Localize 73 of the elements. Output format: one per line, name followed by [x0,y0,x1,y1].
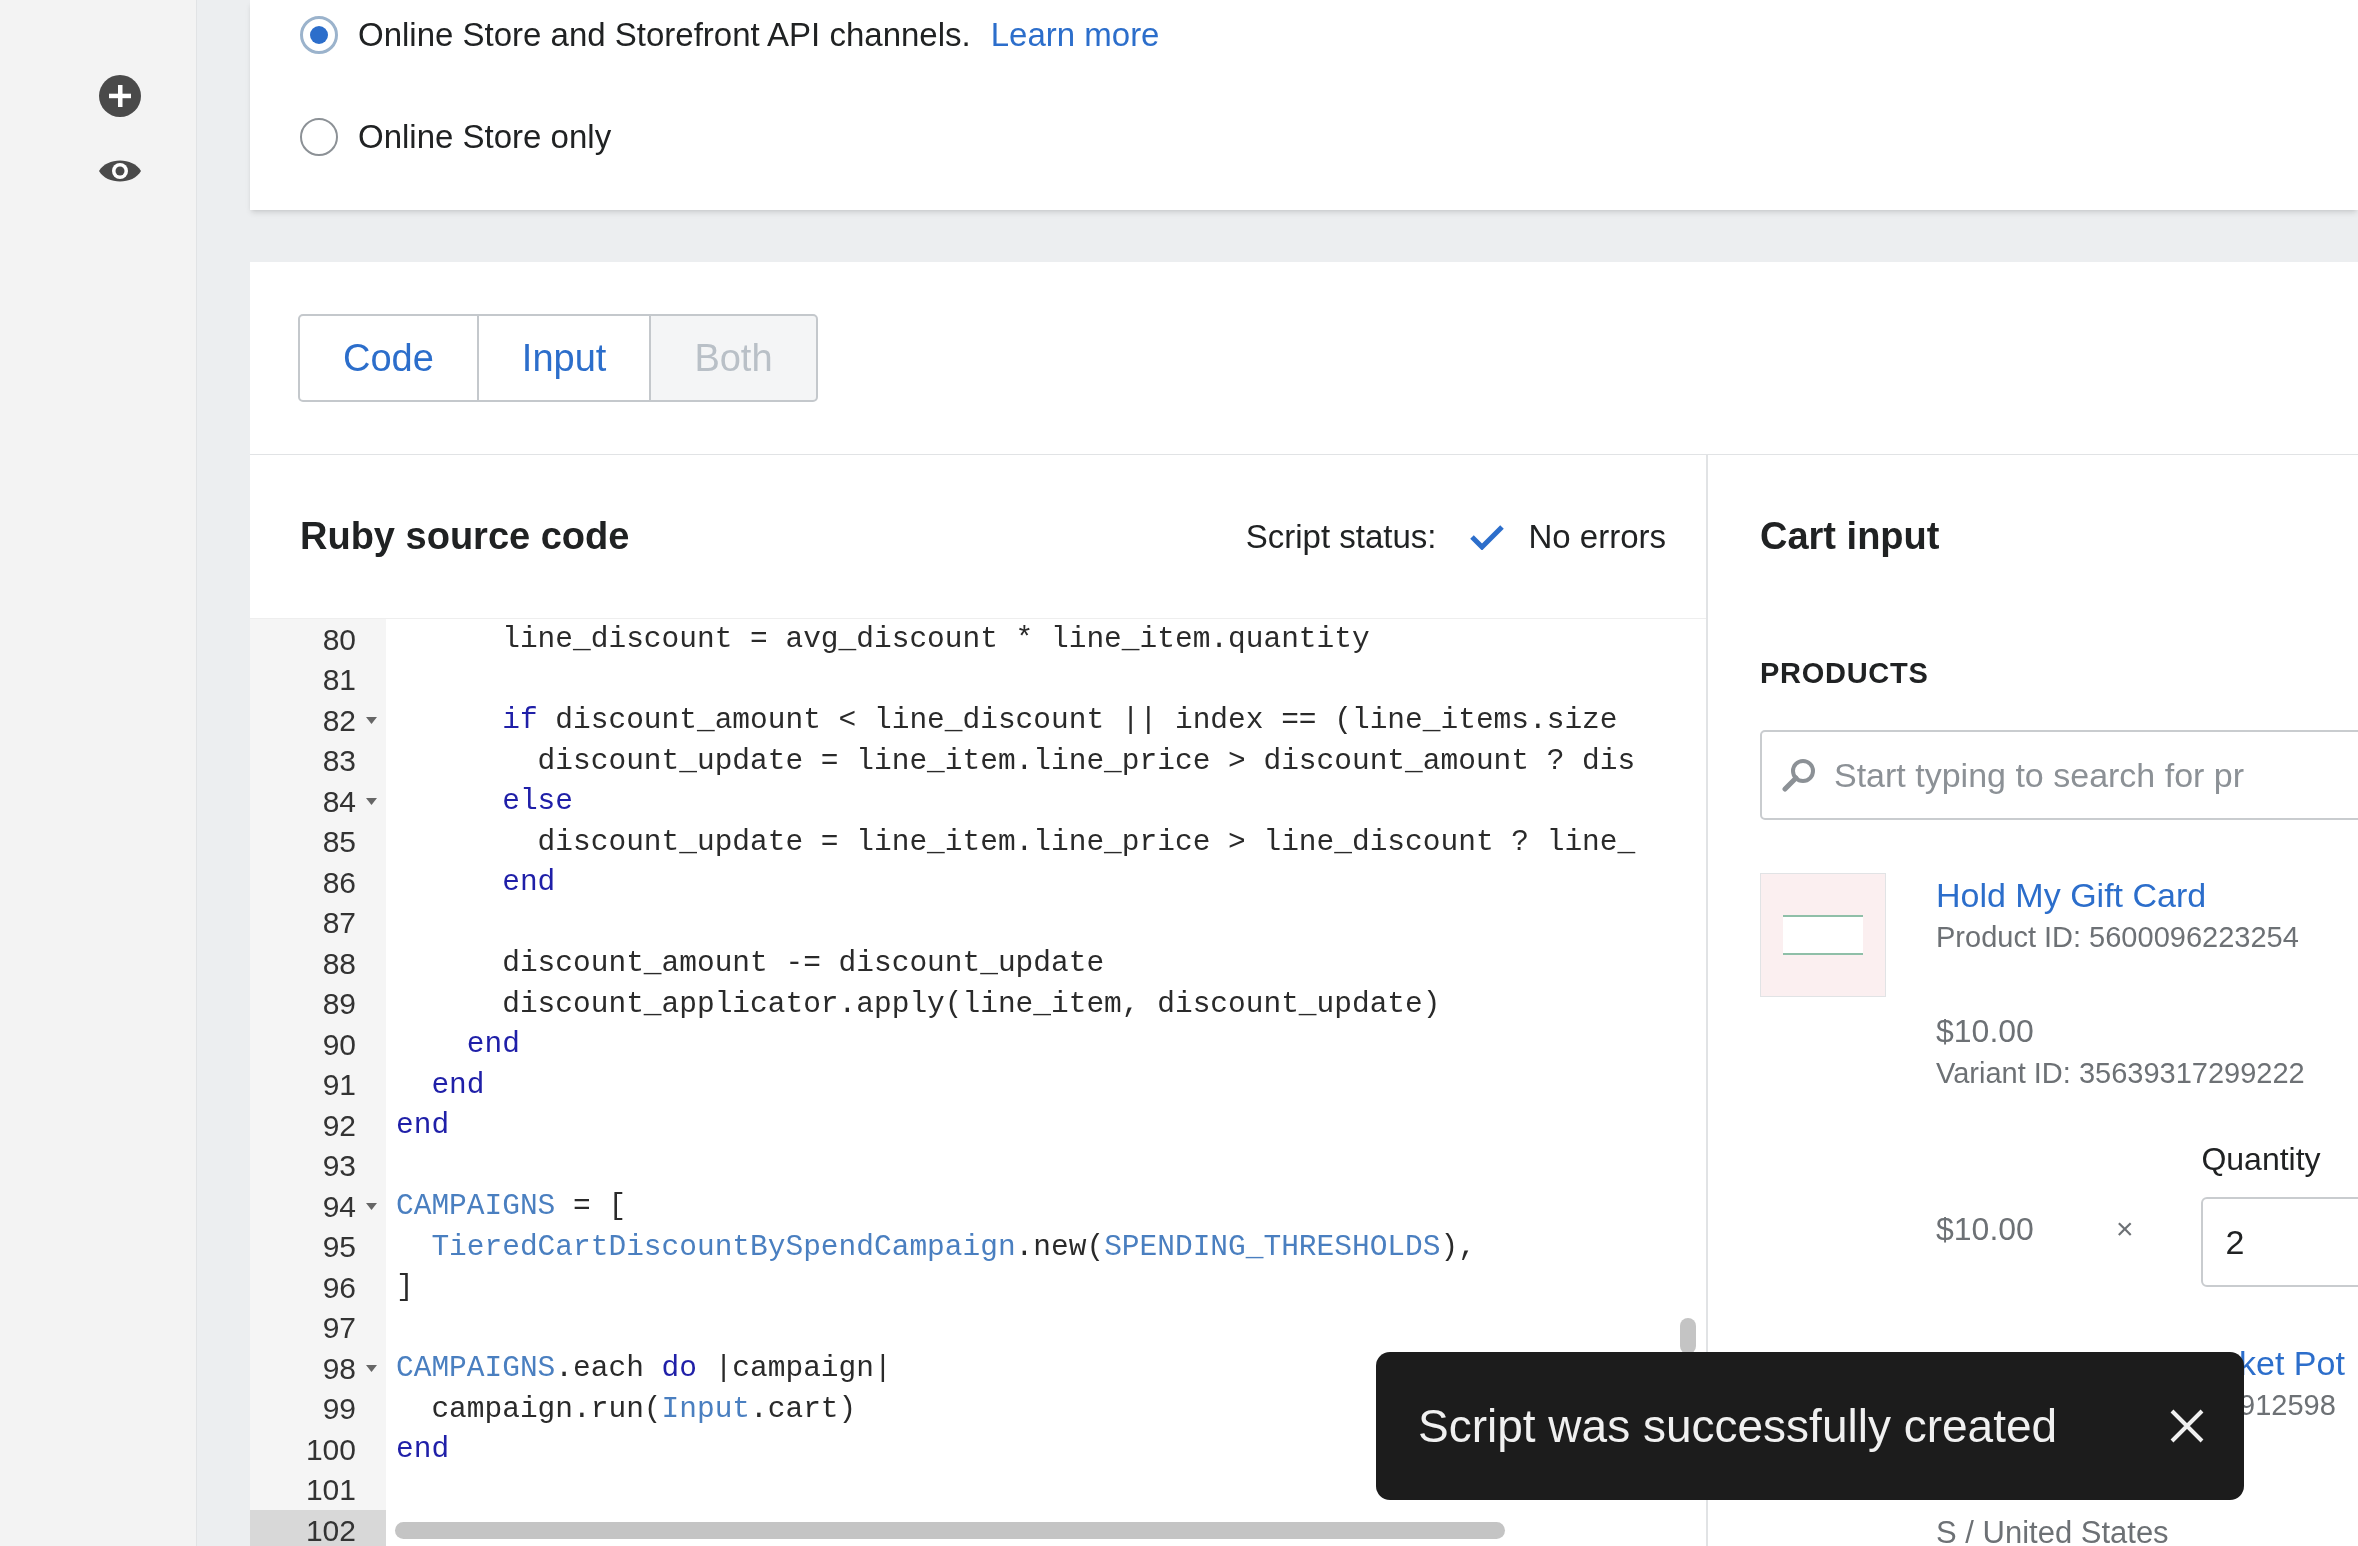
section-title: Ruby source code [300,514,630,559]
line-number: 101 [250,1469,386,1510]
line-number: 94 [250,1186,386,1227]
line-number: 82 [250,700,386,741]
radio-button[interactable] [300,118,338,156]
line-number: 95 [250,1226,386,1267]
code-line: discount_update = line_item.line_price > discount_amount ? dis [536,742,1636,780]
code-line: line_discount = avg_discount * line_item.quantity [501,621,1370,659]
section-title: Cart input [1760,514,1940,559]
product-price: $10.00 [1936,1012,2035,1051]
line-number: 89 [250,983,386,1024]
code-line: TieredCartDiscountBySpendCampaign.new(SPENDING_THRESHOLDS), [430,1228,1476,1266]
line-number: 92 [250,1105,386,1146]
code-line: CAMPAIGNS = [ [395,1188,627,1226]
fold-caret-icon[interactable] [365,1364,377,1372]
code-line: ] [395,1269,414,1307]
plus-circle-icon[interactable] [98,74,142,118]
close-icon[interactable] [2170,1409,2204,1443]
view-tab[interactable]: Code [298,314,479,402]
code-line: CAMPAIGNS.each do |campaign| [395,1350,892,1388]
product-id: Product ID: 5600096223254 [1936,920,2300,955]
line-number: 87 [250,902,386,943]
variant-id: Variant ID: 35639317299222 [1936,1056,2306,1091]
vertical-scrollbar-thumb[interactable] [1680,1318,1696,1354]
code-line: campaign.run(Input.cart) [430,1390,857,1428]
fold-caret-icon[interactable] [365,1202,377,1210]
multiply-sign: × [2115,1211,2134,1247]
code-line: end [395,1107,450,1145]
quantity-field[interactable]: 2 [2201,1197,2358,1287]
horizontal-scrollbar-thumb[interactable] [395,1522,1505,1539]
fold-caret-icon[interactable] [365,716,377,724]
variant-title: S / United States [1936,1514,2170,1546]
line-number: 85 [250,821,386,862]
code-line: discount_amount -= discount_update [501,945,1105,983]
code-line: if discount_amount < line_discount || index == (line_items.size [501,702,1618,740]
quantity-label: Quantity [2201,1140,2322,1179]
line-number: 90 [250,1024,386,1065]
line-number: 91 [250,1064,386,1105]
line-number: 98 [250,1348,386,1389]
product-search-field[interactable]: Start typing to search for pr [1760,730,2358,820]
status-text: No errors [1528,516,1666,557]
line-number: 84 [250,781,386,822]
line-number: 80 [250,619,386,660]
line-number: 96 [250,1267,386,1308]
line-number: 83 [250,740,386,781]
toast-message: Script was successfully created [1418,1398,2058,1454]
fold-caret-icon[interactable] [365,797,377,805]
code-line: end [430,1066,485,1104]
line-number: 102 [250,1510,386,1546]
line-number: 81 [250,659,386,700]
line-number: 88 [250,943,386,984]
radio-button[interactable] [300,16,338,54]
code-line: discount_update = line_item.line_price > line_discount ? line_ [536,823,1636,861]
line-number: 93 [250,1145,386,1186]
code-line: else [501,783,574,821]
status-label: Script status: [1245,516,1437,557]
learn-more-link[interactable]: Learn more [990,10,1160,60]
unit-price: $10.00 [1936,1210,2034,1249]
code-line: end [501,864,556,902]
checkmark-icon [1470,523,1505,550]
view-tab[interactable]: Input [476,314,652,402]
code-line: end [395,1431,450,1469]
products-heading: PRODUCTS [1760,658,1930,688]
line-number: 97 [250,1307,386,1348]
search-icon [1782,758,1816,792]
line-number: 99 [250,1388,386,1429]
radio-label: Online Store and Storefront API channels. [358,15,971,56]
code-line: discount_applicator.apply(line_item, discount_update) [501,985,1441,1023]
code-line: end [465,1026,520,1064]
line-number: 86 [250,862,386,903]
radio-label: Online Store only [358,117,612,158]
product-name-link[interactable]: Hold My Gift Card [1936,873,2358,917]
line-number: 100 [250,1429,386,1470]
